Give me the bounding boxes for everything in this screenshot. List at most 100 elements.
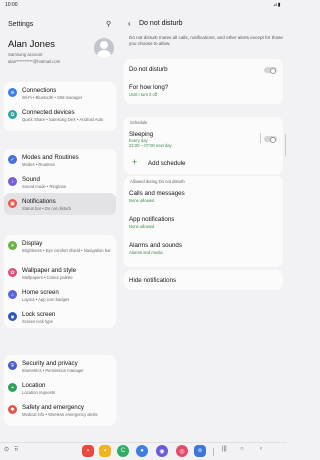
calls-messages-row[interactable]: Calls and messages None allowed [124, 186, 283, 211]
location-icon: ⌖ [8, 383, 17, 392]
scrollbar[interactable] [284, 134, 286, 156]
app-camera-icon[interactable]: ◎ [176, 445, 188, 457]
alarms-label: Alarms and sounds [129, 242, 182, 249]
lock-icon: ▣ [8, 312, 17, 321]
sidebar-item-lock-screen[interactable]: ▣ Lock screen Screen lock type [4, 306, 116, 328]
sidebar-item-security[interactable]: ⛨ Security and privacy Biometrics • Perm… [4, 355, 116, 377]
alarms-sounds-row[interactable]: Alarms and sounds Alarms and media [124, 238, 283, 263]
sidebar-item-display[interactable]: ☀ Display Brightness • Eye comfort shiel… [4, 235, 116, 262]
apps-value: None allowed [129, 224, 155, 229]
sidebar-item-wallpaper[interactable]: ✿ Wallpaper and style Wallpapers • Colou… [4, 262, 116, 284]
sleeping-time: 22:00 ~ 07:00 next day [129, 143, 172, 148]
add-schedule-label: Add schedule [148, 160, 186, 167]
home-icon: ⌂ [8, 290, 17, 299]
sound-icon: ♪ [8, 177, 17, 186]
dnd-main-card: Do not disturb For how long? Until I tur… [124, 59, 283, 104]
sidebar-item-sub: Brightness • Eye comfort shield • Naviga… [22, 248, 111, 253]
how-long-value: Until I turn it off [129, 92, 158, 97]
app-notifications-row[interactable]: App notifications None allowed [124, 212, 283, 237]
back-button-icon[interactable]: ‹ [260, 446, 262, 452]
apps-label: App notifications [129, 216, 175, 223]
sidebar-item-sound[interactable]: ♪ Sound Sound mode • Ringtone [4, 171, 116, 193]
notification-icon: ▣ [8, 199, 17, 208]
wallpaper-icon: ✿ [8, 268, 17, 277]
sidebar-item-sub: Quick Share • Samsung DeX • Android Auto [22, 117, 104, 122]
app-purple-icon[interactable]: ◉ [156, 445, 168, 457]
allowed-card: Allowed during Do not disturb Calls and … [124, 176, 283, 267]
navigation-bar: ⊙ ⠿ ▪ ▪ C ● ◉ ◎ ⚙ ||| ○ ‹ [0, 442, 287, 460]
accessibility-icon[interactable]: ⊙ [4, 446, 9, 453]
divider [213, 448, 214, 456]
sidebar-item-modes-routines[interactable]: ✓ Modes and Routines Modes • Routines [4, 149, 116, 171]
home-button-icon[interactable]: ○ [240, 446, 244, 452]
sidebar-item-safety[interactable]: ✱ Safety and emergency Medical info • Wi… [4, 399, 116, 426]
avatar[interactable] [94, 38, 114, 58]
calls-value: None allowed [129, 198, 155, 203]
how-long-label: For how long? [129, 84, 169, 91]
devices-icon: ⧉ [8, 110, 17, 119]
app-drawer-icon[interactable]: ⠿ [14, 446, 18, 453]
settings-pane: Settings ⚲ Alan Jones Samsung account al… [0, 9, 120, 442]
sidebar-item-label: Display [22, 240, 43, 247]
sleeping-row[interactable]: Sleeping Every day 22:00 ~ 07:00 next da… [124, 127, 283, 151]
app-blue-icon[interactable]: ● [136, 445, 148, 457]
calls-label: Calls and messages [129, 190, 185, 197]
page-title: Do not disturb [139, 20, 183, 27]
sidebar-item-notifications[interactable]: ▣ Notifications Status bar • Do not dist… [4, 193, 116, 215]
recents-icon[interactable]: ||| [222, 446, 227, 452]
dnd-label: Do not disturb [129, 66, 168, 73]
sleeping-toggle[interactable] [264, 136, 277, 143]
sidebar-item-label: Security and privacy [22, 360, 78, 367]
account-card[interactable]: Alan Jones Samsung account alan*********… [8, 38, 114, 64]
settings-group: ☀ Display Brightness • Eye comfort shiel… [4, 235, 116, 328]
sidebar-item-label: Sound [22, 176, 40, 183]
sidebar-item-sub: Modes • Routines [22, 162, 55, 167]
settings-app-icon[interactable]: ⚙ [194, 445, 206, 457]
sidebar-item-label: Safety and emergency [22, 404, 84, 411]
app-green-icon[interactable]: C [117, 445, 129, 457]
dnd-description: Do not disturb mutes all calls, notifica… [129, 35, 283, 46]
plus-icon: + [132, 157, 138, 167]
settings-group: ✓ Modes and Routines Modes • Routines ♪ … [4, 149, 116, 215]
sidebar-item-sub: Screen lock type [22, 319, 53, 324]
sidebar-item-label: Home screen [22, 289, 59, 296]
dnd-toggle[interactable] [264, 67, 277, 74]
app-yellow-icon[interactable]: ▪ [99, 445, 111, 457]
sidebar-item-home-screen[interactable]: ⌂ Home screen Layout • App icon badges [4, 284, 116, 306]
sidebar-item-label: Connections [22, 87, 57, 94]
status-time: 10:00 [5, 2, 18, 8]
sidebar-item-connections[interactable]: ≋ Connections Wi-Fi • Bluetooth • SIM ma… [4, 82, 116, 104]
sidebar-item-sub: Biometrics • Permission manager [22, 368, 84, 373]
search-icon[interactable]: ⚲ [106, 20, 111, 28]
dnd-toggle-row[interactable]: Do not disturb [124, 59, 283, 80]
sidebar-item-sub: Sound mode • Ringtone [22, 184, 67, 189]
sidebar-item-connected-devices[interactable]: ⧉ Connected devices Quick Share • Samsun… [4, 104, 116, 131]
allowed-section-label: Allowed during Do not disturb [130, 179, 185, 184]
sidebar-item-sub: Location requests [22, 390, 56, 395]
divider [260, 133, 261, 143]
hide-notifications-label: Hide notifications [129, 277, 177, 284]
settings-group: ⛨ Security and privacy Biometrics • Perm… [4, 355, 116, 426]
alarms-value: Alarms and media [129, 250, 163, 255]
add-schedule-row[interactable]: + Add schedule [124, 152, 283, 173]
how-long-row[interactable]: For how long? Until I turn it off [124, 80, 283, 104]
sidebar-item-sub: Layout • App icon badges [22, 297, 70, 302]
wifi-icon: ≋ [8, 88, 17, 97]
sidebar-item-label: Connected devices [22, 109, 75, 116]
sidebar-item-sub: Status bar • Do not disturb [22, 206, 71, 211]
schedule-section-label: Schedule [130, 120, 148, 125]
sidebar-item-label: Modes and Routines [22, 154, 79, 161]
hide-notifications-card[interactable]: Hide notifications [124, 270, 283, 290]
sidebar-item-label: Location [22, 382, 46, 389]
check-icon: ✓ [8, 155, 17, 164]
status-bar: 10:00 ⊿▮ [0, 0, 287, 9]
account-email: alan**********@hotmail.com [8, 59, 61, 64]
shield-icon: ⛨ [8, 361, 17, 370]
emergency-icon: ✱ [8, 405, 17, 414]
settings-group: ≋ Connections Wi-Fi • Bluetooth • SIM ma… [4, 82, 116, 131]
sidebar-item-location[interactable]: ⌖ Location Location requests [4, 377, 116, 399]
settings-title: Settings [8, 21, 34, 28]
back-arrow-icon[interactable]: ‹ [128, 19, 131, 28]
sidebar-item-label: Lock screen [22, 311, 56, 318]
app-red-icon[interactable]: ▪ [82, 445, 94, 457]
